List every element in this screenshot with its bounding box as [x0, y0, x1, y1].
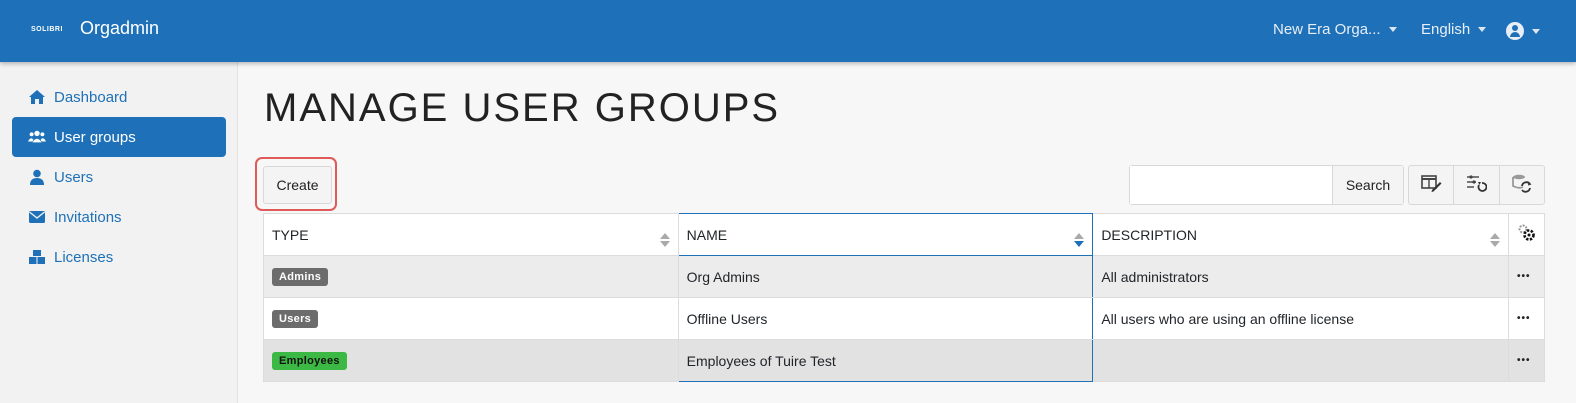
create-button[interactable]: Create [263, 166, 332, 204]
sidebar-item-label: User groups [54, 128, 136, 146]
search-button[interactable]: Search [1332, 166, 1403, 204]
sidebar-item-label: Licenses [54, 248, 114, 266]
chevron-down-icon [1532, 28, 1540, 34]
row-menu-button[interactable]: ••• [1507, 297, 1546, 340]
sidebar-item-licenses[interactable]: Licenses [12, 237, 226, 277]
user-icon [28, 169, 46, 185]
users-icon [28, 129, 46, 145]
column-header-name[interactable]: NAME [677, 213, 1094, 256]
column-header-type[interactable]: TYPE [263, 213, 679, 256]
chevron-down-icon [1388, 27, 1397, 32]
envelope-icon [28, 209, 46, 225]
sidebar-item-label: Dashboard [54, 88, 128, 106]
name-cell: Org Admins [677, 255, 1094, 298]
description-cell: All administrators [1092, 255, 1509, 298]
sidebar-item-dashboard[interactable]: Dashboard [12, 77, 226, 117]
table-row[interactable]: Admins Org Admins All administrators ••• [263, 255, 1546, 298]
type-badge: Admins [272, 268, 329, 286]
column-settings-button[interactable] [1507, 213, 1546, 256]
name-cell: Employees of Tuire Test [677, 339, 1094, 382]
description-cell [1092, 339, 1509, 382]
sidebar-item-user-groups[interactable]: User groups [12, 117, 226, 157]
type-badge: Users [272, 310, 319, 328]
page-title: MANAGE USER GROUPS [264, 86, 781, 130]
language-dropdown[interactable]: English [1421, 21, 1487, 38]
row-menu-button[interactable]: ••• [1507, 255, 1546, 298]
refresh-data-button[interactable] [1500, 166, 1544, 204]
user-menu-dropdown[interactable] [1506, 22, 1540, 40]
top-navbar: SOLIBRI Orgadmin New Era Orga... English [0, 0, 1576, 62]
boxes-icon [28, 249, 46, 265]
row-menu-button[interactable]: ••• [1507, 339, 1546, 382]
type-cell: Employees [263, 339, 679, 382]
app-title[interactable]: Orgadmin [80, 18, 159, 39]
user-groups-table: TYPE NAME DESCRIPTION Admins Org Admins … [263, 213, 1546, 382]
org-selector-label: New Era Orga... [1273, 21, 1381, 38]
refresh-data-icon [1511, 173, 1533, 198]
column-header-label: TYPE [272, 226, 309, 243]
search-input[interactable] [1130, 166, 1332, 204]
search-group: Search [1129, 165, 1404, 205]
reset-filters-icon [1465, 173, 1488, 198]
sidebar-item-label: Users [54, 168, 94, 186]
column-editor-icon [1420, 173, 1442, 198]
sort-icon [1489, 233, 1500, 247]
org-selector-dropdown[interactable]: New Era Orga... [1273, 21, 1397, 38]
sidebar: Dashboard User groups Users Invitations … [0, 62, 238, 403]
column-header-description[interactable]: DESCRIPTION [1092, 213, 1509, 256]
reset-filters-button[interactable] [1454, 166, 1500, 204]
table-row[interactable]: Users Offline Users All users who are us… [263, 297, 1546, 340]
sort-desc-icon [1074, 233, 1085, 247]
chevron-down-icon [1478, 27, 1487, 32]
table-toolbar [1408, 165, 1545, 205]
language-label: English [1421, 21, 1471, 38]
table-row[interactable]: Employees Employees of Tuire Test ••• [263, 339, 1546, 382]
column-editor-button[interactable] [1409, 166, 1455, 204]
sidebar-item-users[interactable]: Users [12, 157, 226, 197]
column-header-label: DESCRIPTION [1101, 226, 1197, 243]
sidebar-item-label: Invitations [54, 208, 122, 226]
sidebar-item-invitations[interactable]: Invitations [12, 197, 226, 237]
user-circle-icon [1506, 22, 1524, 40]
column-header-label: NAME [686, 226, 728, 243]
type-cell: Users [263, 297, 679, 340]
description-cell: All users who are using an offline licen… [1092, 297, 1509, 340]
name-cell: Offline Users [677, 297, 1094, 340]
gear-icon [1516, 224, 1536, 246]
solibri-logo[interactable]: SOLIBRI [31, 26, 63, 33]
type-cell: Admins [263, 255, 679, 298]
type-badge: Employees [272, 352, 347, 370]
sort-icon [659, 233, 670, 247]
home-icon [28, 89, 46, 105]
